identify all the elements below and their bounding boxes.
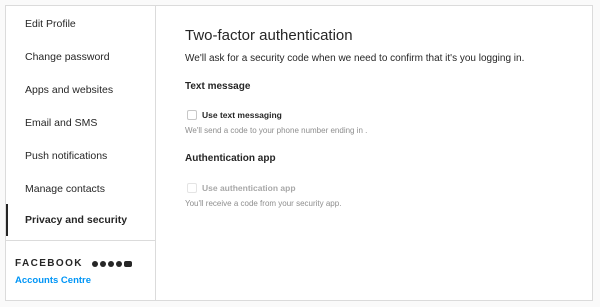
authentication-app-helper: You'll receive a code from your security… (185, 199, 342, 208)
sidebar-item-change-password[interactable]: Change password (6, 41, 155, 73)
authentication-app-heading: Authentication app (185, 153, 276, 164)
settings-panel: Edit Profile Change password Apps and we… (5, 5, 593, 301)
facebook-icon (92, 261, 98, 267)
use-authentication-app-checkbox[interactable] (187, 183, 197, 193)
sidebar-item-apps-and-websites[interactable]: Apps and websites (6, 74, 155, 106)
facebook-wordmark: FACEBOOK (15, 258, 83, 269)
page-title: Two-factor authentication (185, 27, 353, 44)
sidebar-item-manage-contacts[interactable]: Manage contacts (6, 173, 155, 205)
use-text-messaging-label[interactable]: Use text messaging (202, 110, 282, 120)
page-description: We'll ask for a security code when we ne… (185, 53, 525, 64)
portal-icon (124, 261, 132, 267)
accounts-centre-link[interactable]: Accounts Centre (15, 275, 91, 286)
sidebar-item-email-and-sms[interactable]: Email and SMS (6, 107, 155, 139)
settings-sidebar: Edit Profile Change password Apps and we… (6, 6, 156, 300)
use-text-messaging-checkbox[interactable] (187, 110, 197, 120)
text-message-helper: We'll send a code to your phone number e… (185, 126, 368, 135)
messenger-icon (100, 261, 106, 267)
instagram-icon (108, 261, 114, 267)
facebook-accounts-section: FACEBOOK Accounts Centre (6, 240, 155, 301)
text-message-heading: Text message (185, 81, 251, 92)
sidebar-item-privacy-and-security[interactable]: Privacy and security (6, 204, 155, 236)
meta-apps-icons (92, 261, 132, 267)
use-authentication-app-label[interactable]: Use authentication app (202, 183, 296, 193)
whatsapp-icon (116, 261, 122, 267)
sidebar-item-push-notifications[interactable]: Push notifications (6, 140, 155, 172)
sidebar-item-edit-profile[interactable]: Edit Profile (6, 8, 155, 40)
